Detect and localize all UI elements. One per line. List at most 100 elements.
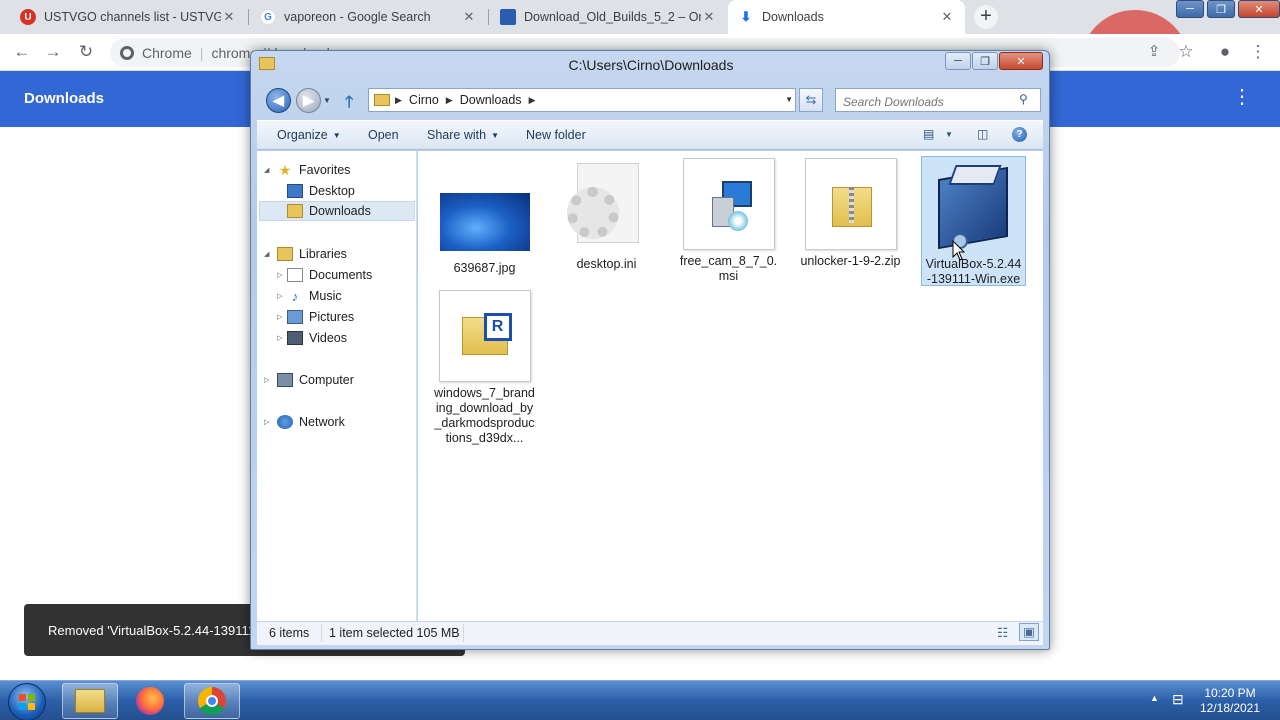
details-view-icon[interactable]: ☷ (997, 625, 1008, 640)
maximize-icon[interactable]: ❐ (1207, 0, 1235, 18)
libraries-icon (277, 247, 293, 261)
file-name: free_cam_8_7_0.msi (679, 254, 778, 283)
tab-title: USTVGO channels list - USTVGO (44, 10, 221, 24)
nav-pictures[interactable]: Pictures (287, 307, 354, 327)
tab-downloads[interactable]: ⬇ Downloads ✕ (728, 0, 965, 34)
taskbar-firefox-button[interactable] (122, 683, 178, 719)
chevron-right-icon[interactable]: ▶ (529, 95, 536, 106)
taskbar-explorer-button[interactable] (62, 683, 118, 719)
expand-icon[interactable]: ▷ (277, 313, 282, 321)
more-icon[interactable]: ⋮ (1232, 87, 1252, 107)
browser-tab-strip: U USTVGO channels list - USTVGO ✕ G vapo… (0, 0, 1280, 40)
breadcrumb-downloads[interactable]: Downloads (460, 93, 522, 107)
new-tab-button[interactable]: + (974, 5, 998, 29)
close-icon[interactable]: ✕ (461, 9, 477, 25)
taskbar-chrome-button[interactable] (184, 683, 240, 719)
network-tray-icon[interactable]: ⊟ (1172, 691, 1184, 708)
file-name: 639687.jpg (453, 261, 516, 275)
file-item-selected[interactable]: VirtualBox-5.2.44-139111-Win.exe (921, 156, 1026, 286)
file-list: 639687.jpg desktop.ini free_cam_8_7_0.ms… (418, 151, 1043, 621)
nav-label: Videos (309, 331, 347, 345)
back-icon[interactable]: ← (12, 42, 32, 62)
file-item[interactable]: unlocker-1-9-2.zip (798, 158, 903, 269)
forward-button[interactable]: ▶ (296, 88, 321, 113)
videos-icon (287, 331, 303, 345)
address-breadcrumb[interactable]: ▶ Cirno ▶ Downloads ▶ ▼ (368, 88, 796, 112)
star-icon: ★ (278, 161, 292, 178)
divider (321, 624, 322, 642)
tab-separator (488, 9, 489, 25)
share-with-button[interactable]: Share with ▼ (427, 128, 499, 142)
close-icon[interactable]: ✕ (999, 52, 1043, 70)
tab-oracle-builds[interactable]: Download_Old_Builds_5_2 – Oracle ✕ (490, 0, 727, 34)
change-view-icon[interactable]: ▤ (923, 127, 934, 143)
item-count: 6 items (269, 626, 310, 640)
google-icon: G (260, 9, 276, 25)
minimize-icon[interactable]: ─ (945, 52, 971, 70)
search-input[interactable] (835, 88, 1041, 112)
tab-ustvgo[interactable]: U USTVGO channels list - USTVGO ✕ (10, 0, 247, 34)
new-folder-button[interactable]: New folder (526, 128, 586, 142)
nav-music[interactable]: ♪ Music (287, 286, 342, 306)
profile-avatar-icon[interactable]: ● (1215, 42, 1235, 62)
share-icon[interactable]: ⇪ (1144, 42, 1164, 62)
nav-videos[interactable]: Videos (287, 328, 347, 348)
expand-icon[interactable]: ▷ (277, 334, 282, 342)
open-button[interactable]: Open (368, 128, 399, 142)
windows-start-icon[interactable] (8, 683, 46, 720)
file-item[interactable]: 639687.jpg (432, 191, 537, 276)
tab-google-search[interactable]: G vaporeon - Google Search ✕ (250, 0, 487, 34)
chevron-right-icon[interactable]: ▶ (395, 95, 402, 106)
minimize-icon[interactable]: ─ (1176, 0, 1204, 18)
nav-documents[interactable]: Documents (287, 265, 372, 285)
expand-icon[interactable]: ▷ (264, 376, 269, 384)
nav-network[interactable]: Network (277, 412, 345, 432)
status-bar: 6 items 1 item selected 105 MB ☷ ▣ (257, 621, 1043, 645)
expand-icon[interactable]: ◢ (264, 166, 269, 174)
file-item[interactable]: free_cam_8_7_0.msi (676, 158, 781, 284)
chevron-right-icon[interactable]: ▶ (446, 95, 453, 106)
preview-pane-icon[interactable]: ◫ (977, 127, 988, 143)
system-clock[interactable]: 10:20 PM 12/18/2021 (1190, 686, 1270, 716)
close-icon[interactable]: ✕ (221, 9, 237, 25)
expand-icon[interactable]: ◢ (264, 250, 269, 258)
nav-computer[interactable]: Computer (277, 370, 354, 390)
menu-icon[interactable]: ⋮ (1248, 42, 1268, 62)
expand-icon[interactable]: ▷ (264, 418, 269, 426)
nav-desktop[interactable]: Desktop (287, 181, 355, 201)
nav-label: Documents (309, 268, 373, 282)
refresh-button[interactable]: ⇆ (799, 88, 823, 112)
download-icon: ⬇ (740, 9, 752, 24)
forward-icon[interactable]: → (43, 42, 63, 62)
expand-icon[interactable]: ▷ (277, 292, 282, 300)
expand-icon[interactable]: ▷ (277, 271, 282, 279)
nav-label: Pictures (309, 310, 355, 324)
large-icons-view-icon[interactable]: ▣ (1019, 623, 1039, 641)
up-folder-icon[interactable]: 🡑 (345, 91, 353, 118)
nav-favorites[interactable]: ★ Favorites (277, 160, 351, 180)
recent-locations-icon[interactable]: ▼ (323, 96, 331, 105)
navigation-pane: ◢ ★ Favorites Desktop Downloads ◢ Librar… (257, 151, 417, 621)
installer-icon (682, 158, 775, 250)
file-item[interactable]: desktop.ini (554, 161, 659, 272)
chevron-down-icon: ▼ (491, 131, 499, 140)
show-hidden-icons-icon[interactable]: ▲ (1150, 693, 1159, 703)
organize-button[interactable]: Organize ▼ (277, 128, 341, 142)
back-button[interactable]: ◀ (266, 88, 291, 113)
close-icon[interactable]: ✕ (701, 9, 717, 25)
file-name: unlocker-1-9-2.zip (800, 254, 901, 268)
bookmark-star-icon[interactable]: ☆ (1176, 42, 1196, 62)
help-icon[interactable]: ? (1012, 127, 1027, 142)
maximize-icon[interactable]: ❐ (972, 52, 998, 70)
close-icon[interactable]: ✕ (1238, 0, 1280, 18)
nav-label: Downloads (309, 204, 371, 218)
reload-icon[interactable]: ↻ (76, 42, 96, 62)
breadcrumb-cirno[interactable]: Cirno (409, 93, 439, 107)
chevron-down-icon[interactable]: ▼ (945, 130, 953, 146)
close-icon[interactable]: ✕ (939, 9, 955, 25)
nav-downloads[interactable]: Downloads (259, 201, 415, 221)
file-item[interactable]: R windows_7_branding_download_by_darkmod… (432, 290, 537, 446)
windows-taskbar: ▲ ⊟ 10:20 PM 12/18/2021 (0, 680, 1280, 720)
chevron-down-icon[interactable]: ▼ (785, 95, 793, 104)
nav-libraries[interactable]: Libraries (277, 244, 347, 264)
